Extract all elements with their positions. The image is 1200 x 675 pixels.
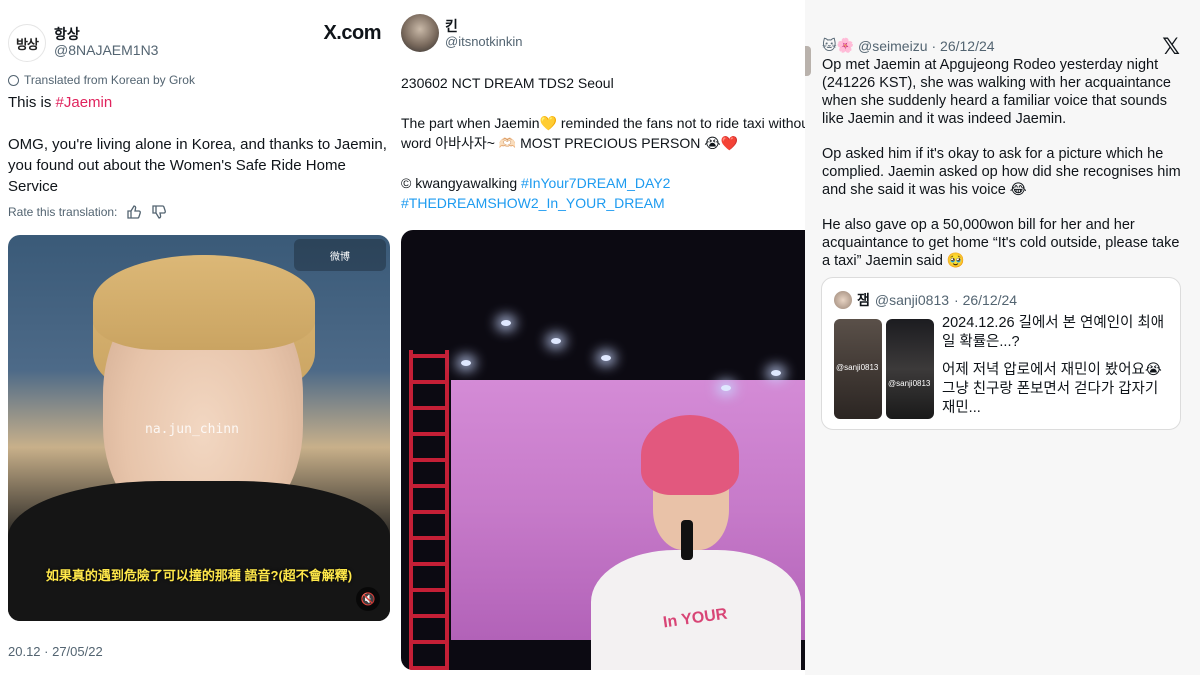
mute-icon[interactable]: 🔇 [356, 587, 380, 611]
thumbs-down-icon[interactable] [151, 204, 167, 220]
stage-light [551, 338, 561, 344]
tweet-panel-concert: 킨 @itsnotkinkin 230602 NCT DREAM TDS2 Se… [395, 0, 805, 675]
quoted-line: 2024.12.26 길에서 본 연예인이 최애일 확률은...? [942, 315, 1165, 350]
video-watermark: na.jun_chinn [145, 422, 239, 437]
display-name: 잼 [857, 292, 870, 308]
quoted-image-2[interactable]: @sanji0813 [886, 319, 934, 419]
stage-light [721, 385, 731, 391]
stage-light [461, 360, 471, 366]
stage-light [771, 370, 781, 376]
credit-text: © kwangyawalking [401, 175, 522, 191]
user-handle: @sanji0813 [874, 292, 950, 308]
x-com-logo: X.com [323, 22, 381, 44]
hashtag-link-2[interactable]: #THEDREAMSHOW2_In_YOUR_DREAM [401, 193, 665, 213]
tweet-line-3: word 아바사자~ 🫶🏻 MOST PRECIOUS PERSON 😭❤️ [401, 135, 739, 151]
tweet-credit: © kwangyawalking #InYour7DREAM_DAY2 [401, 173, 670, 193]
tweet-body: Op met Jaemin at Apgujeong Rodeo yesterd… [822, 56, 1188, 287]
video-subtitle: 如果真的遇到危險了可以撞的那種 語音?(超不會解釋) [45, 568, 353, 583]
tweet-paragraph: Op met Jaemin at Apgujeong Rodeo yesterd… [822, 57, 1171, 127]
avatar[interactable] [401, 14, 439, 52]
quoted-line: 어제 저녁 압로에서 재민이 봤어요😭 그냥 친구랑 폰보면서 걷다가 갑자기 … [942, 362, 1162, 416]
tweet-panel-story: 🐱🌸 @seimeizu · 26/12/24 𝕏 Op met Jaemin … [805, 0, 1200, 675]
tweet-line-text: This is [8, 94, 56, 111]
quoted-tweet-header: 잼 @sanji0813 · 26/12/24 [834, 290, 1017, 310]
stage-light [501, 320, 511, 326]
avatar-text: 방상 [16, 36, 39, 52]
singer-hair [641, 415, 739, 495]
display-name[interactable]: 킨 [445, 16, 458, 36]
display-name[interactable]: 항상 [54, 24, 80, 44]
quoted-text: 2024.12.26 길에서 본 연예인이 최애일 확률은...? 어제 저녁 … [942, 314, 1170, 427]
tweet-date: · 26/12/24 [954, 292, 1018, 308]
weibo-watermark: 微博 [294, 239, 386, 271]
tweet-date[interactable]: · 26/12/24 [931, 38, 994, 54]
translation-note: Translated from Korean by Grok [8, 73, 195, 87]
microphone-shape [681, 520, 693, 560]
translation-note-text: Translated from Korean by Grok [24, 73, 195, 87]
tweet-header: 🐱🌸 @seimeizu · 26/12/24 [822, 37, 995, 54]
image-watermark: @sanji0813 [836, 363, 879, 372]
rate-translation: Rate this translation: [8, 204, 167, 220]
concert-photo[interactable]: In YOUR [401, 230, 805, 670]
rate-label: Rate this translation: [8, 205, 118, 219]
user-handle[interactable]: @seimeizu [858, 38, 927, 54]
video-thumbnail[interactable]: 微博 na.jun_chinn 如果真的遇到危險了可以撞的那種 語音?(超不會解… [8, 235, 390, 621]
tweet-paragraph: Op asked him if it's okay to ask for a p… [822, 146, 1181, 198]
thumbs-up-icon[interactable] [126, 204, 142, 220]
fringe-shape [93, 255, 315, 350]
tweet-paragraph: He also gave op a 50,000won bill for her… [822, 217, 1180, 269]
image-watermark: @sanji0813 [888, 379, 931, 388]
partial-avatar [805, 46, 811, 76]
translate-icon [8, 74, 19, 86]
emoji-avatar: 🐱🌸 [822, 37, 855, 53]
user-handle[interactable]: @8NAJAEM1N3 [54, 42, 158, 58]
tweet-panel-translated: 방상 항상 @8NAJAEM1N3 X.com Translated from … [0, 0, 395, 675]
avatar [834, 291, 852, 309]
tweet-line-2: The part when Jaemin💛 reminded the fans … [401, 115, 805, 131]
timestamp[interactable]: 20.12 · 27/05/22 [8, 644, 103, 659]
tweet-line: This is #Jaemin [8, 93, 112, 113]
hashtag-link[interactable]: #Jaemin [56, 94, 113, 111]
quoted-tweet[interactable]: 잼 @sanji0813 · 26/12/24 @sanji0813 @sanj… [821, 277, 1181, 430]
shirt-shape [8, 481, 390, 621]
stage-light [601, 355, 611, 361]
user-handle[interactable]: @itsnotkinkin [445, 34, 523, 49]
hashtag-link[interactable]: #InYour7DREAM_DAY2 [521, 175, 670, 191]
avatar[interactable]: 방상 [8, 24, 46, 62]
stage-truss [409, 350, 449, 670]
tweet-body: OMG, you're living alone in Korea, and t… [8, 136, 387, 195]
tweet-line-1: 230602 NCT DREAM TDS2 Seoul [401, 75, 614, 91]
quoted-image-1[interactable]: @sanji0813 [834, 319, 882, 419]
